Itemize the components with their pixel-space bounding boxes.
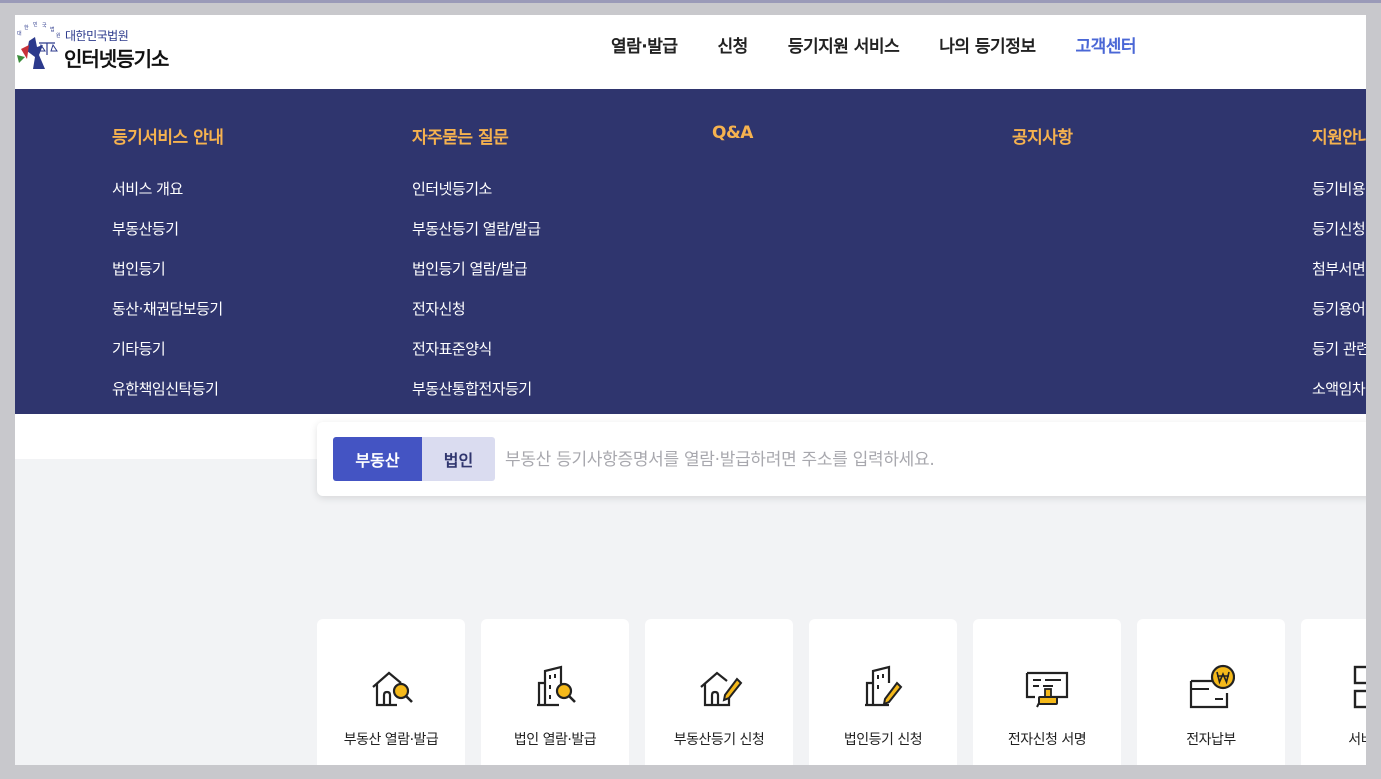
mega-link[interactable]: 동산·채권담보등기 bbox=[112, 298, 223, 338]
house-search-icon bbox=[372, 671, 413, 707]
mega-heading-faq[interactable]: 자주묻는 질문 bbox=[412, 123, 509, 148]
mega-link[interactable]: 등기신청양 bbox=[1312, 218, 1366, 258]
quick-card-corporation-apply[interactable]: 법인등기 신청 bbox=[809, 619, 957, 765]
mega-list-support-guide: 등기비용 안 등기신청양 첨부서면예 등기용어해 등기 관련 법 소액임차인 bbox=[1312, 178, 1366, 414]
nav-item-view-issue[interactable]: 열람·발급 bbox=[611, 32, 678, 57]
building-search-icon bbox=[537, 665, 576, 707]
nav-item-apply[interactable]: 신청 bbox=[718, 32, 749, 57]
mega-link[interactable]: 등기비용 안 bbox=[1312, 178, 1366, 218]
building-pencil-icon bbox=[865, 665, 903, 707]
tab-corporation[interactable]: 법인 bbox=[422, 437, 495, 481]
mega-link[interactable]: 소액임차인 bbox=[1312, 378, 1366, 414]
quick-card-real-estate-view[interactable]: 부동산 열람·발급 bbox=[317, 619, 465, 765]
window-frame-right bbox=[1366, 3, 1381, 779]
quick-card-e-payment[interactable]: 전자납부 bbox=[1137, 619, 1285, 765]
mega-link[interactable]: 부동산등기 bbox=[112, 218, 223, 258]
mega-heading-qna[interactable]: Q&A bbox=[712, 123, 753, 143]
quick-card-label: 법인 열람·발급 bbox=[513, 732, 597, 748]
mega-link[interactable]: 기타등기 bbox=[112, 338, 223, 378]
quick-card-label: 서비스 더 bbox=[1348, 732, 1366, 748]
mega-heading-notice[interactable]: 공지사항 bbox=[1012, 123, 1073, 148]
mega-link[interactable]: 등기용어해 bbox=[1312, 298, 1366, 338]
mega-heading-service-guide[interactable]: 등기서비스 안내 bbox=[112, 123, 224, 148]
logo-title: 인터넷등기소 bbox=[64, 47, 169, 71]
mega-link[interactable]: 첨부서면예 bbox=[1312, 258, 1366, 298]
svg-text:대: 대 bbox=[17, 30, 22, 37]
mega-heading-support-guide[interactable]: 지원안내 bbox=[1312, 123, 1366, 148]
quick-card-e-sign[interactable]: 전자신청 서명 bbox=[973, 619, 1121, 765]
nav-item-customer-center[interactable]: 고객센터 bbox=[1075, 32, 1136, 57]
tab-real-estate[interactable]: 부동산 bbox=[333, 437, 422, 481]
mega-link[interactable]: 전자표준양식 bbox=[412, 338, 541, 378]
quick-menu: 부동산 열람·발급 법인 열람·발급 부동산등기 신청 법인등기 신청 전자신청… bbox=[317, 619, 1366, 765]
quick-card-label: 법인등기 신청 bbox=[843, 732, 923, 748]
site-logo[interactable]: 대한민국법원 대한민국법원 인터넷등기소 bbox=[15, 19, 185, 79]
quick-card-label: 부동산 열람·발급 bbox=[343, 732, 439, 748]
mega-link[interactable]: 서비스 개요 bbox=[112, 178, 223, 218]
quick-card-real-estate-apply[interactable]: 부동산등기 신청 bbox=[645, 619, 793, 765]
svg-text:한: 한 bbox=[24, 25, 29, 31]
svg-text:법: 법 bbox=[50, 26, 55, 33]
svg-text:원: 원 bbox=[56, 32, 61, 39]
court-emblem-icon: 대한 민 국법원 bbox=[17, 21, 61, 69]
mega-list-faq: 인터넷등기소 부동산등기 열람/발급 법인등기 열람/발급 전자신청 전자표준양… bbox=[412, 178, 541, 414]
quick-card-more-services[interactable]: 서비스 더 bbox=[1301, 619, 1366, 765]
grid-icon bbox=[1353, 665, 1366, 709]
mega-menu: 등기서비스 안내 서비스 개요 부동산등기 법인등기 동산·채권담보등기 기타등… bbox=[15, 89, 1366, 414]
nav-item-my-registry-info[interactable]: 나의 등기정보 bbox=[939, 32, 1036, 57]
window-top-border bbox=[0, 0, 1381, 3]
quick-card-corporation-view[interactable]: 법인 열람·발급 bbox=[481, 619, 629, 765]
mega-link[interactable]: 등기 관련 법 bbox=[1312, 338, 1366, 378]
mega-link[interactable]: 부동산통합전자등기 bbox=[412, 378, 541, 414]
window-frame-left bbox=[0, 3, 15, 779]
quick-card-label: 부동산등기 신청 bbox=[673, 732, 765, 748]
mega-link[interactable]: 인터넷등기소 bbox=[412, 178, 541, 218]
mega-link[interactable]: 법인등기 열람/발급 bbox=[412, 258, 541, 298]
mega-link[interactable]: 법인등기 bbox=[112, 258, 223, 298]
mega-link[interactable]: 유한책임신탁등기 bbox=[112, 378, 223, 414]
svg-text:민: 민 bbox=[33, 21, 38, 28]
address-search-input[interactable] bbox=[503, 437, 1207, 483]
mega-link[interactable]: 전자신청 bbox=[412, 298, 541, 338]
quick-card-label: 전자신청 서명 bbox=[1007, 732, 1087, 748]
svg-text:국: 국 bbox=[42, 23, 47, 29]
mega-list-service-guide: 서비스 개요 부동산등기 법인등기 동산·채권담보등기 기타등기 유한책임신탁등… bbox=[112, 178, 223, 414]
site-header: 대한민국법원 대한민국법원 인터넷등기소 열람·발급 신청 등기지원 서비스 나… bbox=[15, 15, 1366, 89]
won-wallet-icon bbox=[1189, 664, 1235, 709]
house-pencil-icon bbox=[700, 671, 743, 707]
page: 대한민국법원 대한민국법원 인터넷등기소 열람·발급 신청 등기지원 서비스 나… bbox=[15, 15, 1366, 765]
logo-subtitle: 대한민국법원 bbox=[65, 29, 129, 43]
registry-search-box: 부동산 법인 bbox=[317, 422, 1366, 496]
main-nav: 열람·발급 신청 등기지원 서비스 나의 등기정보 고객센터 bbox=[611, 15, 1176, 73]
certificate-stamp-icon bbox=[1025, 671, 1069, 708]
mega-link[interactable]: 부동산등기 열람/발급 bbox=[412, 218, 541, 258]
nav-item-support-service[interactable]: 등기지원 서비스 bbox=[788, 32, 900, 57]
quick-card-label: 전자납부 bbox=[1186, 732, 1236, 748]
mega-column-support-guide: 지원안내 등기비용 안 등기신청양 첨부서면예 등기용어해 등기 관련 법 소액… bbox=[1312, 89, 1366, 414]
